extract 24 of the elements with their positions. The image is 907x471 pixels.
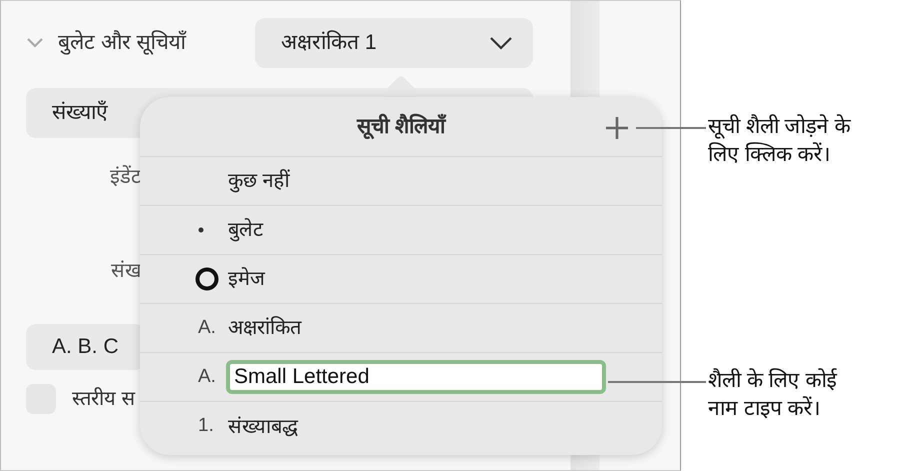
leader-line [636,127,706,129]
list-prefix: A. [198,364,216,389]
ring-icon [195,267,219,291]
section-title: बुलेट और सूचियाँ [58,29,188,57]
indent-label: इंडेंट [110,164,141,190]
list-style-item[interactable]: इमेज [228,264,265,294]
list-prefix: A. [198,316,216,340]
callout-text: शैली के लिए कोई नाम टाइप करें। [708,367,838,422]
bullet-icon [198,227,204,233]
callout-text: सूची शैली जोड़ने के लिए क्लिक करें। [708,113,852,168]
checkbox-label: स्तरीय स [72,386,136,412]
list-style-item[interactable]: संख्याबद्ध [228,412,298,442]
popover-title: सूची शैलियाँ [357,112,445,142]
disclosure-chevron-icon[interactable] [26,37,44,49]
list-style-item[interactable]: बुलेट [228,215,263,245]
add-button[interactable] [604,115,630,141]
chevron-down-icon [489,36,513,50]
style-name-field[interactable]: Small Lettered [226,360,606,394]
list-style-item[interactable]: अक्षरांकित [228,313,301,343]
plus-icon [604,115,630,141]
style-popup[interactable]: अक्षरांकित 1 [255,18,533,68]
list-style-item[interactable]: कुछ नहीं [228,166,290,196]
number-label: संख [111,259,141,284]
list-prefix: 1. [198,414,214,438]
